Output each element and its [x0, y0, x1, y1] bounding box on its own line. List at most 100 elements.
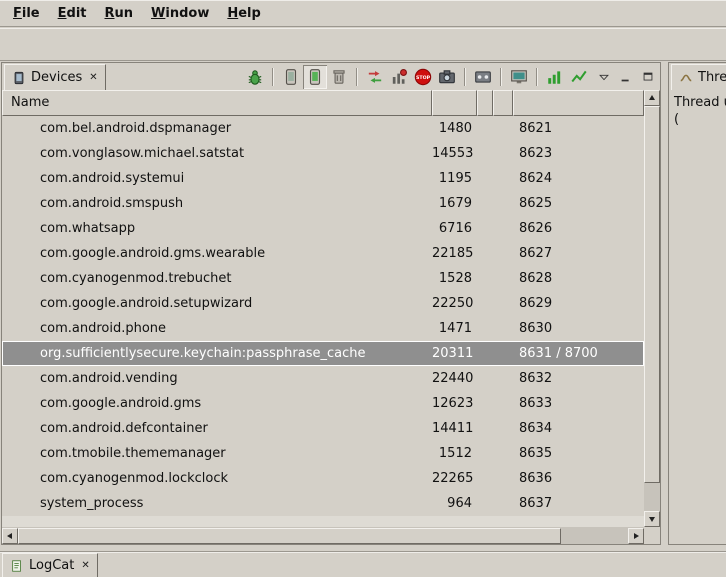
dump-hprof-button[interactable] — [303, 65, 327, 89]
stop-process-button[interactable]: STOP — [411, 65, 435, 89]
table-row[interactable]: com.vonglasow.michael.satstat 14553 8623 — [2, 141, 644, 166]
horizontal-scroll-thumb[interactable] — [18, 528, 561, 544]
table-row[interactable]: com.android.phone 1471 8630 — [2, 316, 644, 341]
method-profiling-button[interactable] — [387, 65, 411, 89]
tab-threads[interactable]: Threads ✕ — [671, 64, 726, 90]
process-name: com.android.vending — [2, 366, 432, 391]
scroll-down-button[interactable] — [644, 511, 660, 527]
scroll-up-button[interactable] — [644, 90, 660, 106]
table-row[interactable]: com.tmobile.thememanager 1512 8635 — [2, 441, 644, 466]
process-spacer2 — [493, 316, 513, 341]
vertical-scroll-track[interactable] — [644, 106, 660, 511]
menu-file[interactable]: File — [4, 3, 49, 25]
network-stats-button[interactable] — [543, 65, 567, 89]
chevron-down-icon — [597, 70, 611, 84]
horizontal-scrollbar[interactable] — [2, 527, 644, 544]
table-header-row: Name — [2, 90, 644, 116]
process-port: 8633 — [513, 391, 644, 416]
table-row[interactable]: system_process 964 8637 — [2, 491, 644, 516]
process-spacer1 — [477, 166, 493, 191]
table-row[interactable]: com.cyanogenmod.trebuchet 1528 8628 — [2, 266, 644, 291]
process-port: 8628 — [513, 266, 644, 291]
table-row[interactable]: com.google.android.gms 12623 8633 — [2, 391, 644, 416]
debug-process-button[interactable] — [243, 65, 267, 89]
process-spacer1 — [477, 466, 493, 491]
update-heap-button[interactable] — [279, 65, 303, 89]
process-port: 8634 — [513, 416, 644, 441]
table-row[interactable]: com.android.systemui 1195 8624 — [2, 166, 644, 191]
table-row[interactable]: com.android.smspush 1679 8625 — [2, 191, 644, 216]
process-name: com.android.defcontainer — [2, 416, 432, 441]
tab-logcat[interactable]: LogCat ✕ — [2, 553, 98, 577]
screen-record-button[interactable] — [471, 65, 495, 89]
table-row[interactable]: com.google.android.setupwizard 22250 862… — [2, 291, 644, 316]
process-spacer2 — [493, 491, 513, 516]
process-spacer1 — [477, 266, 493, 291]
process-pid: 1512 — [432, 441, 477, 466]
vertical-scrollbar[interactable] — [644, 90, 660, 527]
process-spacer2 — [493, 366, 513, 391]
table-row[interactable]: com.bel.android.dspmanager 1480 8621 — [2, 116, 644, 141]
stop-icon: STOP — [414, 68, 432, 86]
process-name: com.cyanogenmod.lockclock — [2, 466, 432, 491]
scroll-left-button[interactable] — [2, 528, 18, 544]
update-threads-button[interactable] — [363, 65, 387, 89]
devices-tab-close-icon[interactable]: ✕ — [89, 72, 97, 83]
process-spacer1 — [477, 216, 493, 241]
view-menu-button[interactable] — [595, 68, 613, 86]
start-tracking-button[interactable] — [567, 65, 591, 89]
column-header-spacer1[interactable] — [477, 90, 493, 116]
process-pid: 22265 — [432, 466, 477, 491]
process-pid: 1195 — [432, 166, 477, 191]
devices-tabrow: Devices ✕ — [2, 63, 660, 90]
column-header-name[interactable]: Name — [2, 90, 432, 116]
logcat-tab-close-icon[interactable]: ✕ — [81, 560, 89, 571]
tab-devices[interactable]: Devices ✕ — [4, 64, 106, 90]
cause-gc-button[interactable] — [327, 65, 351, 89]
column-header-pid[interactable] — [432, 90, 477, 116]
devices-table: Name com.bel.android.dspmanager 1480 862… — [2, 90, 660, 544]
table-row[interactable]: com.android.defcontainer 14411 8634 — [2, 416, 644, 441]
menu-help[interactable]: Help — [218, 3, 269, 25]
column-header-spacer2[interactable] — [493, 90, 513, 116]
process-spacer2 — [493, 466, 513, 491]
process-spacer2 — [493, 416, 513, 441]
process-port: 8627 — [513, 241, 644, 266]
table-row[interactable]: org.sufficientlysecure.keychain:passphra… — [2, 341, 644, 366]
device-table-body: com.bel.android.dspmanager 1480 8621 com… — [2, 116, 644, 527]
vertical-scroll-thumb[interactable] — [644, 106, 660, 483]
process-spacer1 — [477, 191, 493, 216]
system-info-button[interactable] — [507, 65, 531, 89]
threads-view: Threads ✕ Thread up ( — [668, 62, 726, 545]
table-row[interactable]: com.cyanogenmod.lockclock 22265 8636 — [2, 466, 644, 491]
process-port: 8637 — [513, 491, 644, 516]
process-pid: 1679 — [432, 191, 477, 216]
minimize-icon — [619, 70, 633, 84]
process-spacer1 — [477, 491, 493, 516]
screen-capture-button[interactable] — [435, 65, 459, 89]
table-row[interactable]: com.google.android.gms.wearable 22185 86… — [2, 241, 644, 266]
process-spacer1 — [477, 391, 493, 416]
process-spacer2 — [493, 141, 513, 166]
arrow-right-icon — [632, 532, 640, 540]
table-row[interactable]: com.android.vending 22440 8632 — [2, 366, 644, 391]
minimize-button[interactable] — [617, 68, 635, 86]
maximize-button[interactable] — [639, 68, 657, 86]
menu-run[interactable]: Run — [96, 3, 143, 25]
process-spacer1 — [477, 141, 493, 166]
devices-tab-icon — [12, 71, 26, 85]
menu-edit[interactable]: Edit — [49, 3, 96, 25]
threads-message: Thread up ( — [674, 94, 726, 128]
process-pid: 1480 — [432, 116, 477, 141]
process-port: 8621 — [513, 116, 644, 141]
scroll-right-button[interactable] — [628, 528, 644, 544]
arrow-up-icon — [648, 94, 656, 102]
menu-window[interactable]: Window — [142, 3, 218, 25]
process-pid: 12623 — [432, 391, 477, 416]
process-pid: 1528 — [432, 266, 477, 291]
column-header-port[interactable] — [513, 90, 644, 116]
devices-tab-label: Devices — [31, 70, 82, 85]
horizontal-scroll-track[interactable] — [18, 528, 628, 544]
process-port: 8629 — [513, 291, 644, 316]
table-row[interactable]: com.whatsapp 6716 8626 — [2, 216, 644, 241]
